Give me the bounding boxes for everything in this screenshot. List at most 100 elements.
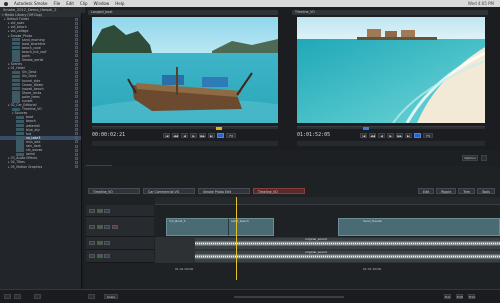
go-start-button[interactable]: |◀: [163, 132, 171, 138]
a1-lock-toggle[interactable]: [89, 241, 95, 245]
checkbox-icon[interactable]: [75, 128, 78, 132]
sequence-tab-3[interactable]: Smoke Photo Edit: [198, 188, 250, 194]
checkbox-icon[interactable]: [75, 46, 78, 50]
rec-play-button[interactable]: ▶: [387, 132, 395, 138]
trim-button[interactable]: Trim: [458, 188, 475, 194]
checkbox-icon[interactable]: [75, 21, 78, 25]
checkbox-icon[interactable]: [75, 160, 78, 164]
a1-mute-toggle[interactable]: [96, 241, 103, 245]
expand-icon[interactable]: ▸: [8, 103, 10, 107]
video-clip-2[interactable]: sand_beach: [228, 218, 274, 236]
library-play-button[interactable]: [34, 294, 41, 299]
checkbox-icon[interactable]: [75, 17, 78, 21]
checkbox-icon[interactable]: [75, 144, 78, 148]
checkbox-icon[interactable]: [75, 140, 78, 144]
scale-select[interactable]: Scale: [104, 294, 118, 299]
loop-button[interactable]: [217, 132, 225, 138]
source-viewer-image[interactable]: [92, 17, 278, 123]
expand-icon[interactable]: ▸: [8, 165, 10, 169]
checkbox-icon[interactable]: [75, 54, 78, 58]
checkbox-icon[interactable]: [75, 25, 78, 29]
checkbox-icon[interactable]: [75, 148, 78, 152]
expand-icon[interactable]: ▸: [12, 111, 14, 115]
checkbox-icon[interactable]: [75, 66, 78, 70]
checkbox-icon[interactable]: [75, 132, 78, 136]
track-visibility-toggle[interactable]: [96, 208, 103, 213]
zoom-select[interactable]: Fit: [226, 132, 237, 138]
play-button[interactable]: ▶: [190, 132, 198, 138]
fast-forward-button[interactable]: ▶▶: [199, 132, 207, 138]
track-lock-toggle[interactable]: [89, 208, 95, 213]
checkbox-icon[interactable]: [75, 103, 78, 107]
timeline-view-button[interactable]: [88, 294, 95, 299]
record-playhead-marker[interactable]: [363, 127, 369, 130]
source-viewer-tab[interactable]: Longtail_boat: [88, 10, 278, 15]
checkbox-icon[interactable]: [75, 83, 78, 87]
video-clip-3[interactable]: Sand_Hawaii: [338, 218, 500, 236]
a1-solo-toggle[interactable]: [104, 241, 110, 245]
checkbox-icon[interactable]: [75, 70, 78, 74]
record-timecode[interactable]: 01:01:52:05: [297, 132, 330, 138]
checkbox-icon[interactable]: [75, 91, 78, 95]
a2-solo-toggle[interactable]: [104, 254, 110, 258]
sequence-tab-1[interactable]: Timeline_VO: [88, 188, 140, 194]
timeline-zoom-slider[interactable]: [234, 296, 344, 298]
record-viewer-image[interactable]: [297, 17, 485, 123]
checkbox-icon[interactable]: [75, 165, 78, 169]
source-playhead-marker[interactable]: [216, 127, 222, 130]
edit-mode-button[interactable]: Edit: [456, 294, 463, 299]
v1-visibility-toggle[interactable]: [96, 224, 103, 229]
track-header-v2[interactable]: [86, 205, 154, 217]
checkbox-icon[interactable]: [75, 107, 78, 111]
checkbox-icon[interactable]: [75, 87, 78, 91]
a2-mute-toggle[interactable]: [96, 254, 103, 258]
track-select-toggle[interactable]: [104, 208, 110, 213]
rec-go-end-button[interactable]: ▶|: [405, 132, 413, 138]
checkbox-icon[interactable]: [75, 156, 78, 160]
audio-track-2[interactable]: original_sound: [155, 250, 500, 263]
full-button[interactable]: Full: [444, 294, 451, 299]
audio-track-1[interactable]: original_sound: [155, 237, 500, 250]
checkbox-icon[interactable]: [75, 136, 78, 140]
rewind-button[interactable]: ◀◀: [172, 132, 180, 138]
library-add-button[interactable]: [4, 294, 11, 299]
library-item[interactable]: ▸ 05_Motion Graphics: [0, 164, 81, 169]
record-viewer-tab[interactable]: Timeline_VO: [292, 10, 488, 15]
checkbox-icon[interactable]: [75, 111, 78, 115]
v1-select-toggle[interactable]: [104, 224, 110, 229]
checkbox-icon[interactable]: [75, 38, 78, 42]
rec-fast-forward-button[interactable]: ▶▶: [396, 132, 404, 138]
menu-app[interactable]: Autodesk Smoke: [14, 1, 47, 6]
a2-lock-toggle[interactable]: [89, 254, 95, 258]
checkbox-icon[interactable]: [75, 58, 78, 62]
options-button[interactable]: Options: [462, 155, 478, 161]
library-list-view-button[interactable]: [14, 294, 21, 299]
menu-window[interactable]: Window: [94, 1, 110, 6]
checkbox-icon[interactable]: [75, 34, 78, 38]
expand-icon[interactable]: ▸: [8, 34, 10, 38]
checkbox-icon[interactable]: [75, 79, 78, 83]
step-back-button[interactable]: ◀: [181, 132, 189, 138]
v1-lock-toggle[interactable]: [89, 224, 95, 229]
record-scrub-bar[interactable]: [297, 126, 485, 130]
menu-file[interactable]: File: [53, 1, 60, 6]
apple-icon[interactable]: [4, 1, 8, 6]
expand-viewers-icon[interactable]: [481, 155, 487, 161]
checkbox-icon[interactable]: [75, 124, 78, 128]
trim-mode-button[interactable]: Trim: [468, 294, 475, 299]
checkbox-icon[interactable]: [75, 29, 78, 33]
edit-button[interactable]: Edit: [418, 188, 435, 194]
go-end-button[interactable]: ▶|: [208, 132, 216, 138]
expand-icon[interactable]: ▸: [4, 17, 6, 21]
rec-zoom-select[interactable]: Fit: [423, 132, 434, 138]
track-header-a1[interactable]: [86, 237, 154, 250]
checkbox-icon[interactable]: [75, 115, 78, 119]
track-header-a2[interactable]: [86, 250, 154, 263]
checkbox-icon[interactable]: [75, 95, 78, 99]
sequence-tab-active[interactable]: Timeline_VO: [253, 188, 305, 194]
rec-loop-button[interactable]: [414, 132, 422, 138]
checkbox-icon[interactable]: [75, 74, 78, 78]
menu-edit[interactable]: Edit: [66, 1, 74, 6]
expand-icon[interactable]: ▸: [8, 66, 10, 70]
checkbox-icon[interactable]: [75, 119, 78, 123]
